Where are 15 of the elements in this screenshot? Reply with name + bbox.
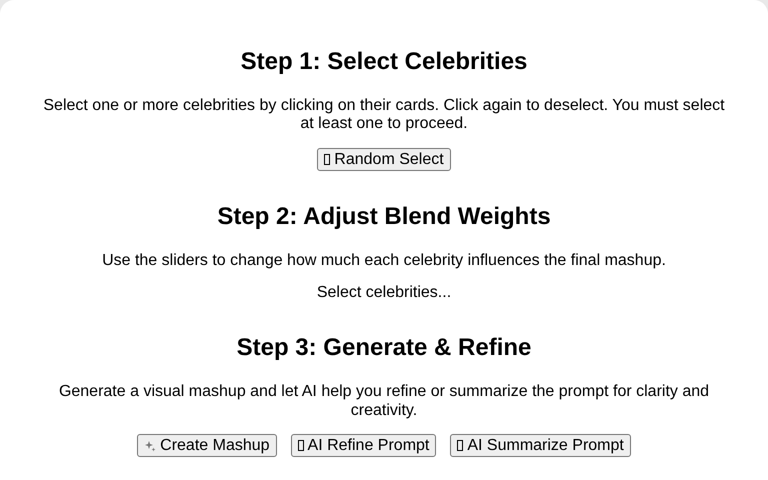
action-button[interactable]: AI Summarize Prompt (450, 434, 631, 458)
sparkle-icon (144, 440, 156, 452)
description-text: Generate a visual mashup and let AI help you refine or summarize the prompt for clarity and creativity. (58, 383, 710, 420)
box-icon (298, 440, 304, 452)
action-button[interactable]: Create Mashup (137, 434, 277, 458)
section-heading: Step 3: Generate & Refine (236, 334, 532, 364)
box-icon (324, 154, 330, 165)
action-button[interactable]: Random Select (317, 148, 451, 171)
box-icon (457, 440, 464, 452)
section-heading: Step 1: Select Celebrities (240, 48, 528, 77)
status-text: Select celebrities... (316, 284, 452, 302)
description-text: Use the sliders to change how much each celebrity influences the final mashup. (101, 252, 667, 270)
description-text: Select one or more celebrities by clicking on their cards. Click again to deselect. You must select at least one to proceed. (42, 96, 726, 134)
action-button[interactable]: AI Refine Prompt (290, 434, 436, 458)
section-heading: Step 2: Adjust Blend Weights (216, 202, 552, 232)
